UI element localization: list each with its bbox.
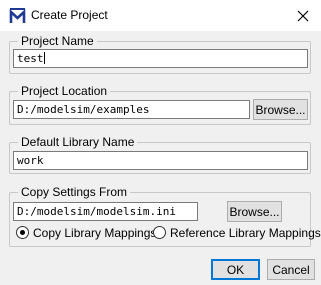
copy-settings-browse-button[interactable]: Browse... (227, 201, 282, 222)
copy-library-mappings-radio[interactable] (16, 226, 29, 239)
title-bar: Create Project (0, 0, 321, 31)
ok-button[interactable]: OK (211, 259, 260, 280)
cancel-button[interactable]: Cancel (267, 259, 315, 280)
text-caret (43, 52, 45, 64)
close-button[interactable] (285, 0, 321, 31)
default-library-input[interactable]: work (13, 151, 308, 170)
project-location-label: Project Location (21, 84, 108, 98)
close-icon (297, 10, 309, 21)
copy-settings-input[interactable]: D:/modelsim/modelsim.ini (13, 202, 198, 221)
project-name-label: Project Name (21, 34, 94, 48)
project-location-input[interactable]: D:/modelsim/examples (13, 100, 250, 119)
reference-library-mappings-radio[interactable] (153, 226, 166, 239)
copy-settings-label: Copy Settings From (21, 185, 128, 199)
copy-settings-value: D:/modelsim/modelsim.ini (17, 205, 176, 218)
default-library-label: Default Library Name (21, 135, 135, 149)
copy-library-mappings-label[interactable]: Copy Library Mappings (33, 226, 156, 240)
project-name-input[interactable]: test (13, 49, 308, 68)
radio-selected-dot (20, 230, 25, 235)
window-title: Create Project (31, 8, 108, 22)
project-name-value: test (17, 52, 44, 65)
project-location-browse-button[interactable]: Browse... (253, 99, 308, 120)
default-library-value: work (17, 154, 44, 167)
reference-library-mappings-label[interactable]: Reference Library Mappings (170, 226, 321, 240)
project-location-value: D:/modelsim/examples (17, 103, 150, 116)
modelsim-app-icon (9, 8, 26, 23)
